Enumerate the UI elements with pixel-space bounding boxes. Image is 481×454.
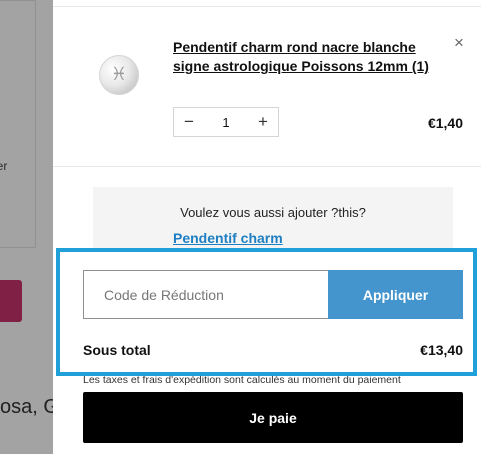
upsell-product-link[interactable]: Pendentif charm <box>173 230 283 246</box>
upsell-box: Voulez vous aussi ajouter ?this? Pendent… <box>93 187 453 249</box>
item-price: €1,40 <box>427 115 463 131</box>
drawer-backdrop[interactable] <box>0 0 53 454</box>
quantity-value[interactable]: 1 <box>204 108 248 136</box>
discount-code-input[interactable] <box>83 270 329 319</box>
quantity-plus-button[interactable]: + <box>248 108 278 136</box>
close-icon[interactable]: × <box>451 34 467 51</box>
checkout-button[interactable]: Je paie <box>83 392 463 443</box>
subtotal-label: Sous total <box>83 342 151 358</box>
pisces-symbol-icon: ♓ <box>110 64 128 84</box>
quantity-minus-button[interactable]: − <box>174 108 204 136</box>
product-title-link[interactable]: Pendentif charm rond nacre blanche signe… <box>173 38 443 76</box>
divider <box>53 6 481 7</box>
product-image: ♓ <box>99 55 139 95</box>
subtotal-value: €13,40 <box>420 342 463 358</box>
tax-note: Les taxes et frais d'expédition sont cal… <box>83 374 401 386</box>
apply-discount-button[interactable]: Appliquer <box>328 270 463 319</box>
upsell-prompt: Voulez vous aussi ajouter ?this? <box>180 205 366 220</box>
cart-drawer: ♓ Pendentif charm rond nacre blanche sig… <box>53 0 481 454</box>
divider <box>53 166 481 167</box>
quantity-stepper: − 1 + <box>173 107 279 137</box>
cart-footer: Appliquer Sous total €13,40 Les taxes et… <box>53 249 481 454</box>
